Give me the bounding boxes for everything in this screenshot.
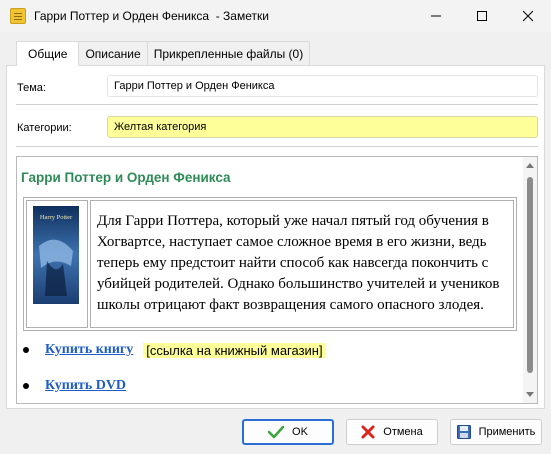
divider [16, 146, 538, 147]
maximize-icon [477, 11, 487, 21]
maximize-button[interactable] [459, 0, 505, 32]
buy-book-link[interactable]: Купить книгу [45, 342, 133, 358]
book-cover-cell: Harry Potter [26, 200, 88, 328]
tab-strip: Общие Описание Прикрепленные файлы (0) [16, 41, 311, 66]
scrollbar-thumb[interactable] [527, 177, 533, 373]
window-controls [413, 0, 551, 32]
tab-attachments[interactable]: Прикрепленные файлы (0) [146, 41, 311, 65]
minimize-button[interactable] [413, 0, 459, 32]
vertical-scrollbar[interactable] [523, 157, 537, 403]
topic-field[interactable]: Гарри Поттер и Орден Феникса [107, 75, 538, 97]
cancel-label: Отмена [383, 426, 423, 438]
minimize-icon [431, 15, 441, 17]
check-icon [268, 425, 285, 439]
close-button[interactable] [505, 0, 551, 32]
book-table: Harry Potter Для Гарри Поттера, который … [23, 197, 517, 331]
topic-label: Тема: [17, 82, 46, 94]
category-field[interactable]: Желтая категория [107, 116, 538, 138]
book-description: Для Гарри Поттера, который уже начал пят… [90, 200, 514, 328]
notes-app-icon [10, 8, 26, 24]
list-item: Купить DVD [23, 378, 126, 394]
tab-general[interactable]: Общие [16, 41, 80, 66]
cancel-icon [361, 425, 375, 439]
scroll-up-icon[interactable] [526, 163, 534, 168]
bullet-icon [23, 383, 29, 389]
ok-button[interactable]: OK [242, 419, 334, 445]
cancel-button[interactable]: Отмена [346, 419, 438, 445]
category-label: Категории: [17, 122, 72, 134]
apply-button[interactable]: Применить [450, 419, 542, 445]
bullet-icon [23, 347, 29, 353]
buy-dvd-link[interactable]: Купить DVD [45, 378, 126, 394]
divider [16, 104, 538, 105]
title-bar: Гарри Поттер и Орден Феникса - Заметки [0, 0, 551, 32]
save-icon [456, 425, 471, 439]
list-item: Купить книгу [ссылка на книжный магазин] [23, 342, 326, 358]
window-title: Гарри Поттер и Орден Феникса - Заметки [34, 9, 269, 23]
close-icon [523, 11, 533, 21]
note-content: Гарри Поттер и Орден Феникса Harry Potte… [17, 157, 523, 403]
note-editor[interactable]: Гарри Поттер и Орден Феникса Harry Potte… [16, 156, 538, 404]
apply-label: Применить [478, 426, 536, 438]
general-tab-panel: Тема: Гарри Поттер и Орден Феникса Катег… [6, 65, 545, 409]
cover-title: Harry Potter [40, 214, 73, 221]
bookstore-link-note: [ссылка на книжный магазин] [143, 342, 326, 358]
tab-description[interactable]: Описание [78, 41, 148, 65]
note-heading: Гарри Поттер и Орден Феникса [21, 170, 231, 185]
ok-label: OK [292, 426, 308, 438]
book-cover-image: Harry Potter [33, 206, 79, 304]
scroll-down-icon[interactable] [526, 392, 534, 397]
